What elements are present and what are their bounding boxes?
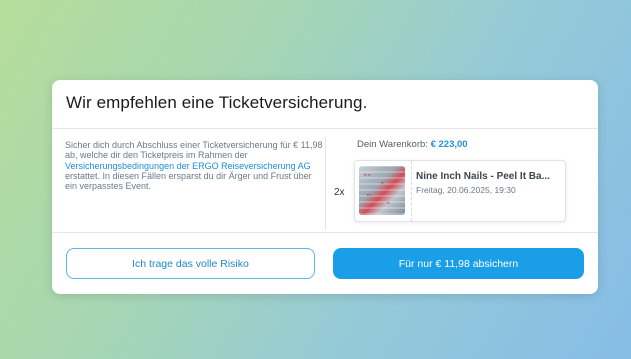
accept-insurance-button[interactable]: Für nur € 11,98 absichern	[333, 248, 584, 279]
column-divider	[325, 137, 326, 230]
description-text-2: erstattet. In diesen Fällen ersparst du …	[65, 170, 312, 192]
event-name: Nine Inch Nails - Peel It Ba...	[416, 171, 550, 182]
ticket-insurance-modal: Wir empfehlen eine Ticketversicherung. S…	[52, 80, 598, 294]
decline-insurance-button[interactable]: Ich trage das volle Risiko	[66, 248, 315, 279]
cart-label: Dein Warenkorb:	[357, 139, 431, 150]
footer-divider	[52, 232, 598, 233]
modal-title: Wir empfehlen eine Ticketversicherung.	[66, 93, 368, 112]
event-date: Freitag, 20.06.2025, 19:30	[416, 185, 516, 195]
header-divider	[52, 128, 598, 129]
cart-summary: Dein Warenkorb: € 223,00	[357, 139, 468, 150]
ticket-card: ▪▪ ▪▪ ▪▪ ▪▪▪ ▪▪ Nine Inch Nails - Peel I…	[354, 160, 566, 222]
event-ticket-thumbnail-icon: ▪▪ ▪▪ ▪▪ ▪▪▪ ▪▪	[359, 166, 405, 215]
cart-total: € 223,00	[430, 139, 468, 150]
description-text-1: Sicher dich durch Abschluss einer Ticket…	[65, 140, 323, 161]
ticket-stub: ▪▪ ▪▪ ▪▪ ▪▪▪ ▪▪	[355, 161, 412, 221]
insurance-description: Sicher dich durch Abschluss einer Ticket…	[65, 140, 323, 191]
ticket-quantity: 2x	[334, 187, 345, 198]
insurance-terms-link[interactable]: Versicherungsbedingungen der ERGO Reisev…	[65, 161, 311, 171]
